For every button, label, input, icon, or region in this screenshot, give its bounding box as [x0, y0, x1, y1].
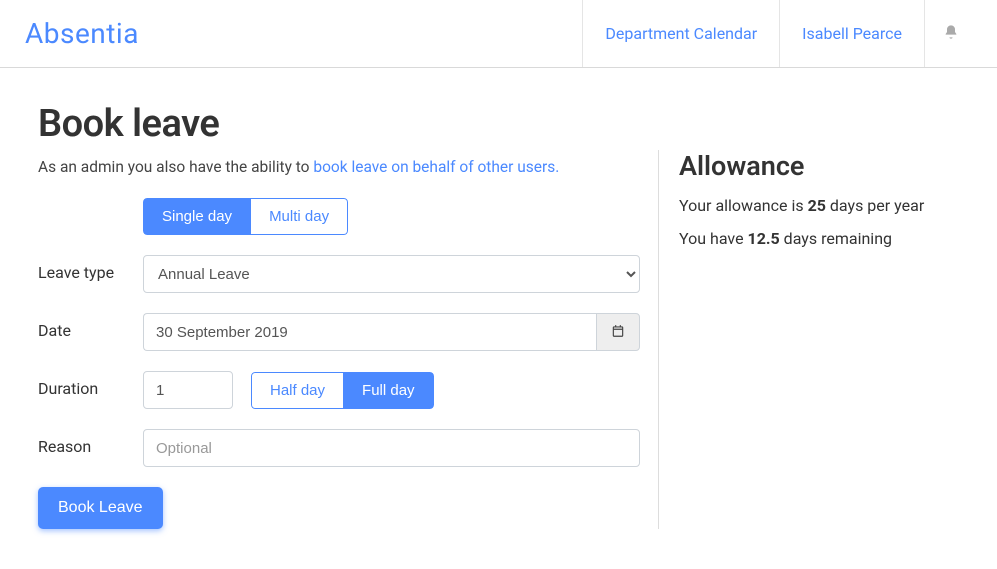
allowance-remaining-prefix: You have: [679, 229, 748, 248]
tab-single-day[interactable]: Single day: [143, 198, 251, 235]
reason-input[interactable]: [143, 429, 640, 467]
leave-type-row: Leave type Annual Leave: [38, 255, 643, 293]
subtitle-text: As an admin you also have the ability to: [38, 158, 313, 176]
calendar-icon: [611, 323, 625, 342]
brand-logo[interactable]: Absentia: [25, 17, 139, 50]
date-input-group: [143, 313, 640, 351]
allowance-title: Allowance: [679, 150, 959, 182]
allowance-total-suffix: days per year: [826, 196, 924, 215]
main-container: Book leave As an admin you also have the…: [0, 68, 997, 569]
navbar: Absentia Department Calendar Isabell Pea…: [0, 0, 997, 68]
spacer-label: [38, 198, 143, 206]
day-mode-row: Single day Multi day: [38, 198, 643, 235]
half-day-button[interactable]: Half day: [251, 372, 344, 409]
day-mode-toggle: Single day Multi day: [143, 198, 348, 235]
nav-department-calendar[interactable]: Department Calendar: [582, 0, 779, 67]
allowance-remaining: You have 12.5 days remaining: [679, 229, 959, 248]
book-leave-button[interactable]: Book Leave: [38, 487, 163, 529]
nav-right: Department Calendar Isabell Pearce: [582, 0, 977, 67]
duration-toggle: Half day Full day: [251, 372, 434, 409]
leave-type-label: Leave type: [38, 255, 143, 282]
allowance-remaining-value: 12.5: [748, 229, 780, 248]
date-input[interactable]: [143, 313, 596, 351]
form-column: Book leave As an admin you also have the…: [38, 98, 658, 529]
duration-label: Duration: [38, 371, 143, 398]
bell-icon: [943, 24, 959, 44]
allowance-panel: Allowance Your allowance is 25 days per …: [658, 150, 959, 529]
reason-row: Reason: [38, 429, 643, 467]
date-row: Date: [38, 313, 643, 351]
nav-user-name[interactable]: Isabell Pearce: [779, 0, 924, 67]
allowance-total-prefix: Your allowance is: [679, 196, 808, 215]
date-label: Date: [38, 313, 143, 340]
date-picker-button[interactable]: [596, 313, 640, 351]
duration-row: Duration Half day Full day: [38, 371, 643, 409]
page-title: Book leave: [38, 102, 643, 146]
subtitle: As an admin you also have the ability to…: [38, 158, 643, 176]
allowance-remaining-suffix: days remaining: [780, 229, 892, 248]
notifications-bell[interactable]: [924, 0, 977, 67]
leave-type-select[interactable]: Annual Leave: [143, 255, 640, 293]
book-on-behalf-link[interactable]: book leave on behalf of other users.: [313, 158, 559, 176]
allowance-total: Your allowance is 25 days per year: [679, 196, 959, 215]
tab-multi-day[interactable]: Multi day: [251, 198, 348, 235]
reason-label: Reason: [38, 429, 143, 456]
allowance-total-value: 25: [808, 196, 826, 215]
duration-input[interactable]: [143, 371, 233, 409]
full-day-button[interactable]: Full day: [344, 372, 434, 409]
